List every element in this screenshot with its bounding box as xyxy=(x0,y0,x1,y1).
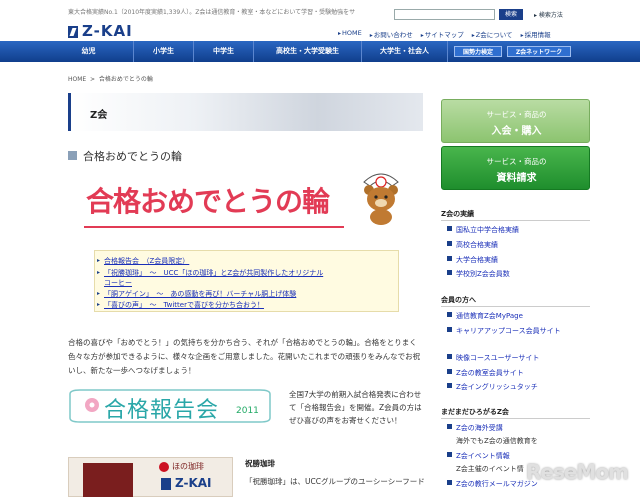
join-purchase-button[interactable]: サービス・商品の 入会・購入 xyxy=(441,99,590,143)
houkoku-title: 合格報告会 xyxy=(104,398,220,423)
zkai-logo-icon[interactable] xyxy=(68,26,78,38)
search-help-label: 検索方法 xyxy=(538,12,563,19)
search-help-link[interactable]: ▸ 検索方法 xyxy=(534,10,563,19)
sidebar-item-career-up[interactable]: キャリアアップコース会員サイト xyxy=(447,326,561,336)
search-button[interactable]: 検索 xyxy=(499,9,523,20)
houkoku-year: 2011 xyxy=(236,406,259,416)
util-link-about[interactable]: Z会について xyxy=(472,29,513,39)
sidebar-sub-overseas: 海外でもZ会の通信教育を xyxy=(456,437,538,445)
search-input[interactable] xyxy=(394,9,495,20)
breadcrumb-separator: > xyxy=(90,76,96,83)
breadcrumb-current: 合格おめでとうの輪 xyxy=(98,76,153,83)
page-title: 合格おめでとうの輪 xyxy=(83,150,182,163)
cafe-title: 祝勝珈琲 xyxy=(245,459,275,468)
request-button-line2: 資料請求 xyxy=(496,173,537,184)
main-nav: 幼児 小学生 中学生 高校生・大学受験生 大学生・社会人 国勢力検定 Z会ネット… xyxy=(0,41,640,62)
request-button-line1: サービス・商品の xyxy=(486,157,547,166)
cafe-image-logo: Z-KAI xyxy=(175,476,212,490)
mascot-bear-icon xyxy=(356,168,406,226)
sidebar-item-events[interactable]: Z会イベント情報 xyxy=(447,451,510,461)
link-houkoku[interactable]: 合格報告会 （Z会員限定） xyxy=(104,256,189,266)
breadcrumb-home[interactable]: HOME xyxy=(68,76,86,83)
utility-nav: HOME お問い合わせ サイトマップ Z会について 採用情報 xyxy=(338,29,551,39)
sidebar-item-overseas[interactable]: Z会の海外受講 xyxy=(447,423,503,433)
nav-item-elementary[interactable]: 小学生 xyxy=(134,41,194,62)
bullet-icon: ▸ xyxy=(97,269,101,276)
nav-item-junior-high[interactable]: 中学生 xyxy=(194,41,254,62)
site-logo[interactable]: Z-KAI xyxy=(82,22,133,40)
sidebar-heading-members: 会員の方へ xyxy=(441,296,476,304)
bullet-icon: ▸ xyxy=(97,257,101,264)
sidebar-item-video-course[interactable]: 映像コースユーザーサイト xyxy=(447,353,539,363)
join-button-line2: 入会・購入 xyxy=(491,126,542,137)
sidebar-item-high-results[interactable]: 高校合格実績 xyxy=(447,240,498,250)
site-tagline: 東大合格実績No.1（2010年度実績1,339人）。Z会は通信教育・教室・本な… xyxy=(68,9,356,16)
sidebar-item-junior-results[interactable]: 国私立中学合格実績 xyxy=(447,225,519,235)
nav-button-kentei[interactable]: 国勢力検定 xyxy=(454,46,502,57)
link-doage[interactable]: 「胴アゲイン」 ～ あの感動を再び！バーチャル胴上げ体験 xyxy=(104,289,296,299)
request-materials-button[interactable]: サービス・商品の 資料請求 xyxy=(441,146,590,190)
link-yorokobi[interactable]: 「喜びの声」 ～ Twitterで喜びを分かち合おう！ xyxy=(104,300,264,310)
util-link-sitemap[interactable]: サイトマップ xyxy=(421,29,464,39)
hero-title: 合格おめでとうの輪 xyxy=(86,185,330,218)
util-link-recruit[interactable]: 採用情報 xyxy=(521,29,551,39)
divider xyxy=(441,306,590,307)
util-link-contact[interactable]: お問い合わせ xyxy=(370,29,413,39)
sidebar-item-mypage[interactable]: 通信教育Z会MyPage xyxy=(447,311,523,321)
houkoku-description: 全国7大学の前期入試合格発表に合わせて「合格報告会」を開催。Z会員の方はぜひ喜び… xyxy=(289,390,422,425)
sidebar-item-member-count[interactable]: 学校別Z会会員数 xyxy=(447,269,510,279)
divider xyxy=(441,220,590,221)
nav-item-university[interactable]: 大学生・社会人 xyxy=(362,41,448,62)
hero-underline xyxy=(84,226,344,228)
section-marker-icon xyxy=(68,151,77,160)
bullet-icon: ▸ xyxy=(97,301,101,308)
sidebar-item-mail-magazine[interactable]: Z会の教行メールマガジン xyxy=(447,479,538,489)
join-button-line1: サービス・商品の xyxy=(486,110,547,119)
util-link-home[interactable]: HOME xyxy=(338,29,362,39)
bullet-icon: ▸ xyxy=(97,290,101,297)
sidebar-heading-results: Z会の実績 xyxy=(441,210,475,218)
nav-item-high-school[interactable]: 高校生・大学受験生 xyxy=(254,41,362,62)
nav-button-network[interactable]: Z会ネットワーク xyxy=(507,46,571,57)
link-shosho-coffee[interactable]: 「祝勝珈琲」 ～ UCC「ほの珈琲」とZ会が共同製作したオリジナル xyxy=(104,268,323,278)
cafe-image-label: ほの珈琲 xyxy=(172,462,204,471)
resemom-watermark: ReseMom xyxy=(526,460,629,484)
link-shosho-coffee-cont[interactable]: コーヒー xyxy=(104,278,132,288)
nav-item-infant[interactable]: 幼児 xyxy=(44,41,134,62)
intro-text: 合格の喜びや「おめでとう！」の気持ちを分かち合う、それが「合格おめでとうの輪」。… xyxy=(68,338,421,375)
sidebar-item-english-touch[interactable]: Z会イングリッシュタッチ xyxy=(447,382,538,392)
sidebar-item-classroom[interactable]: Z会の教室会員サイト xyxy=(447,368,524,378)
cafe-product-image[interactable]: ほの珈琲 Z-KAI xyxy=(68,457,233,497)
banner-title: Z会 xyxy=(90,110,108,121)
sidebar-heading-expand: まだまだひろがるZ会 xyxy=(441,408,509,416)
breadcrumb: HOME > 合格おめでとうの輪 xyxy=(68,74,153,83)
sidebar-item-university-results[interactable]: 大学合格実績 xyxy=(447,255,498,265)
sidebar-sub-events: Z会主催のイベント情 xyxy=(456,465,524,473)
cafe-description: 「祝勝珈琲」は、UCCグループのユーシーシーフードサービスシステムズ株式会社が運… xyxy=(245,477,425,486)
divider xyxy=(441,418,590,419)
page-banner xyxy=(68,93,423,131)
